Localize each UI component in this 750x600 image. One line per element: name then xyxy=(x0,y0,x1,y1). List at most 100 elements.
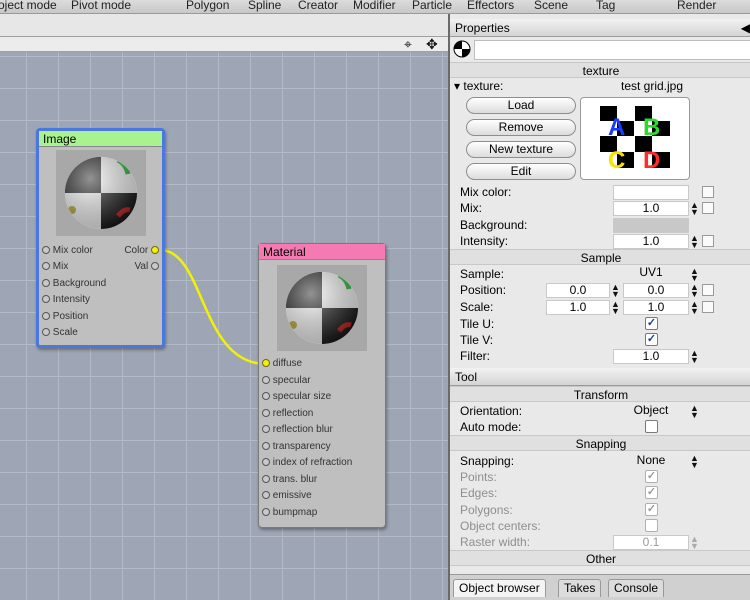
texture-label[interactable]: ▾ texture: xyxy=(454,78,503,94)
port-color-out[interactable]: Color xyxy=(124,244,159,258)
object-centers-checkbox[interactable] xyxy=(645,519,658,532)
port-dot[interactable] xyxy=(42,312,50,320)
tab-takes[interactable]: Takes xyxy=(558,579,602,597)
new-texture-button[interactable]: New texture xyxy=(466,141,576,158)
menu-creator[interactable]: Creator xyxy=(298,0,338,12)
image-node-title[interactable]: Image xyxy=(39,131,162,147)
scale-u-stepper[interactable]: ▲ ▼ xyxy=(611,300,620,316)
port-background[interactable]: Background xyxy=(42,277,106,291)
port-bumpmap[interactable]: bumpmap xyxy=(262,506,317,520)
port-dot[interactable] xyxy=(42,295,50,303)
mix-anim-toggle[interactable] xyxy=(702,202,714,214)
scale-anim-toggle[interactable] xyxy=(702,301,714,313)
port-position[interactable]: Position xyxy=(42,310,88,324)
menu-effectors[interactable]: Effectors xyxy=(467,0,514,12)
sample-select[interactable]: UV1 xyxy=(613,264,689,280)
port-dot[interactable] xyxy=(262,425,270,433)
port-dot[interactable] xyxy=(262,409,270,417)
orientation-select-arrows[interactable]: ▲ ▼ xyxy=(690,404,699,420)
image-node[interactable]: Image Mix color Mix Background Intensity… xyxy=(36,128,165,348)
intensity-field[interactable]: 1.0 xyxy=(613,234,689,249)
port-specular-size[interactable]: specular size xyxy=(262,390,331,404)
mix-color-swatch[interactable] xyxy=(613,185,689,200)
mix-color-anim-toggle[interactable] xyxy=(702,186,714,198)
edges-checkbox[interactable]: ✓ xyxy=(645,486,658,499)
port-dot[interactable] xyxy=(262,392,270,400)
port-trans-blur[interactable]: trans. blur xyxy=(262,473,317,487)
menu-modifier[interactable]: Modifier xyxy=(353,0,396,12)
polygons-checkbox[interactable]: ✓ xyxy=(645,503,658,516)
filter-stepper[interactable]: ▲ ▼ xyxy=(690,349,699,365)
port-index-of-refraction[interactable]: index of refraction xyxy=(262,456,352,470)
remove-button[interactable]: Remove xyxy=(466,119,576,136)
material-node[interactable]: Material diffuse specular specular size … xyxy=(258,243,386,528)
mix-field[interactable]: 1.0 xyxy=(613,201,689,216)
snapping-select[interactable]: None xyxy=(613,452,689,468)
menu-polygon[interactable]: Polygon xyxy=(186,0,229,12)
sample-select-arrows[interactable]: ▲ ▼ xyxy=(690,267,699,283)
port-transparency[interactable]: transparency xyxy=(262,440,331,454)
menu-spline[interactable]: Spline xyxy=(248,0,281,12)
menu-scene[interactable]: Scene xyxy=(534,0,568,12)
port-reflection[interactable]: reflection xyxy=(262,407,313,421)
port-reflection-blur[interactable]: reflection blur xyxy=(262,423,333,437)
port-val-out[interactable]: Val xyxy=(135,260,159,274)
collapse-arrow-icon[interactable]: ◀ xyxy=(741,19,750,37)
raster-width-stepper[interactable]: ▲ ▼ xyxy=(690,535,699,551)
port-dot[interactable] xyxy=(42,328,50,336)
load-button[interactable]: Load xyxy=(466,97,576,114)
tab-object-browser[interactable]: Object browser xyxy=(453,579,546,597)
port-dot[interactable] xyxy=(262,458,270,466)
scale-v-stepper[interactable]: ▲ ▼ xyxy=(690,300,699,316)
position-u-stepper[interactable]: ▲ ▼ xyxy=(611,283,620,299)
raster-width-field[interactable]: 0.1 xyxy=(613,535,689,550)
port-dot[interactable] xyxy=(262,442,270,450)
mix-stepper[interactable]: ▲ ▼ xyxy=(690,201,699,217)
points-checkbox[interactable]: ✓ xyxy=(645,470,658,483)
menu-pivot-mode[interactable]: Pivot mode xyxy=(71,0,131,12)
position-v-field[interactable]: 0.0 xyxy=(623,283,689,298)
port-dot[interactable] xyxy=(42,246,50,254)
material-ball-icon[interactable] xyxy=(453,40,471,58)
target-icon[interactable]: ⌖ xyxy=(404,37,412,51)
port-dot[interactable] xyxy=(42,262,50,270)
port-intensity[interactable]: Intensity xyxy=(42,293,90,307)
menu-particle[interactable]: Particle xyxy=(412,0,452,12)
port-dot[interactable] xyxy=(151,262,159,270)
tile-u-checkbox[interactable]: ✓ xyxy=(645,317,658,330)
material-name-field[interactable] xyxy=(474,40,750,60)
auto-mode-checkbox[interactable] xyxy=(645,420,658,433)
port-mix-color[interactable]: Mix color xyxy=(42,244,93,258)
menu-object-mode[interactable]: oject mode xyxy=(0,0,57,12)
port-dot[interactable] xyxy=(262,508,270,516)
scale-u-field[interactable]: 1.0 xyxy=(546,300,610,315)
snapping-select-arrows[interactable]: ▲ ▼ xyxy=(690,454,699,470)
filter-field[interactable]: 1.0 xyxy=(613,349,689,364)
menu-render[interactable]: Render xyxy=(677,0,716,12)
port-dot[interactable] xyxy=(42,279,50,287)
tile-v-checkbox[interactable]: ✓ xyxy=(645,333,658,346)
port-emissive[interactable]: emissive xyxy=(262,489,312,503)
port-dot[interactable] xyxy=(262,491,270,499)
port-dot[interactable] xyxy=(151,246,159,254)
position-anim-toggle[interactable] xyxy=(702,284,714,296)
port-mix[interactable]: Mix xyxy=(42,260,68,274)
scale-v-field[interactable]: 1.0 xyxy=(623,300,689,315)
port-scale[interactable]: Scale xyxy=(42,326,78,340)
port-dot[interactable] xyxy=(262,475,270,483)
menu-tag[interactable]: Tag xyxy=(596,0,615,12)
texture-preview[interactable]: A B C D xyxy=(580,97,690,180)
edit-button[interactable]: Edit xyxy=(466,163,576,180)
move-icon[interactable]: ✥ xyxy=(426,37,438,51)
material-node-title[interactable]: Material xyxy=(259,244,385,260)
intensity-anim-toggle[interactable] xyxy=(702,235,714,247)
port-dot[interactable] xyxy=(262,359,270,367)
intensity-stepper[interactable]: ▲ ▼ xyxy=(690,234,699,250)
background-swatch[interactable] xyxy=(613,218,689,233)
port-diffuse[interactable]: diffuse xyxy=(262,357,302,371)
orientation-select[interactable]: Object xyxy=(613,402,689,418)
position-u-field[interactable]: 0.0 xyxy=(546,283,610,298)
port-dot[interactable] xyxy=(262,376,270,384)
port-specular[interactable]: specular xyxy=(262,374,311,388)
tab-console[interactable]: Console xyxy=(608,579,665,597)
